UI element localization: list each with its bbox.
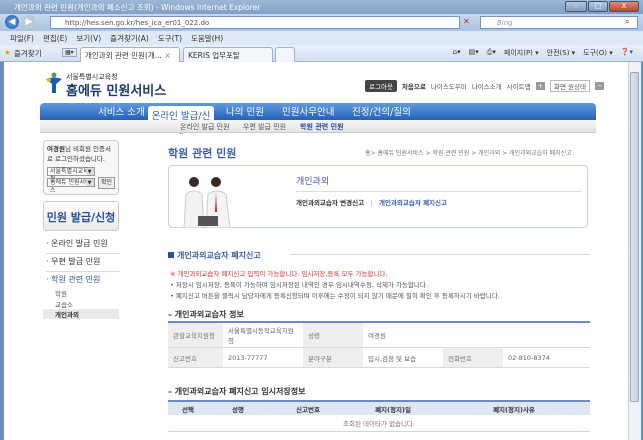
about-link[interactable]: 나이스소개 [472, 81, 502, 91]
zoom-out-button[interactable]: − [594, 82, 605, 90]
menu-edit[interactable]: 편집(E) [43, 33, 67, 45]
people-image [183, 177, 231, 228]
site-logo-text[interactable]: 홈에듀 민원서비스 [66, 80, 166, 99]
address-bar-area: ◀ ▶ http://hes.sen.go.kr/hes_ica_er01_02… [0, 14, 643, 31]
separator: | [370, 199, 373, 207]
zoom-reset-button[interactable]: 화면 원상태 [550, 80, 590, 92]
name-value: 여경원 [363, 322, 590, 348]
name-label: 성명 [303, 322, 363, 348]
note-2: • 폐지신고 버튼을 클릭시 담당자에게 등록신청되며 이후에는 수정이 되지 … [170, 292, 500, 300]
url-input[interactable]: http://hes.sen.go.kr/hes_ica_er01_022.do [50, 16, 460, 29]
col-reason: 폐지(정지)사유 [438, 401, 590, 415]
logout-button[interactable]: 로그아웃 [365, 80, 397, 92]
sitemap-link[interactable]: 사이트맵 [507, 81, 531, 91]
menu-favorites[interactable]: 즐겨찾기(A) [110, 33, 149, 45]
nav-my-requests[interactable]: 나의 민원 [226, 104, 264, 118]
regno-value: 2013-77777 [223, 347, 303, 368]
nav-service-intro[interactable]: 서비스 소개 [98, 104, 145, 118]
page-title: 학원 관련 민원 [168, 147, 237, 160]
safety-menu[interactable]: 안전(S) ▾ [547, 48, 576, 58]
feeds-icon[interactable]: ▤▾ [469, 48, 479, 58]
square-bullet-icon [168, 252, 174, 258]
minimize-button[interactable]: – [565, 1, 587, 12]
star-icon: ★ [4, 48, 11, 57]
quick-tabs-icon[interactable]: ▦▾ [62, 48, 77, 57]
nav-petition[interactable]: 진정/건의/질의 [352, 104, 411, 118]
side-item-mail[interactable]: · 우편 발급 민원 [46, 256, 120, 272]
zoom-in-button[interactable]: + [535, 82, 546, 90]
office-value: 서울특별시동작교육지원청 [223, 322, 303, 348]
chevron-down-icon: ▼ [85, 168, 94, 175]
regno-label: 신고번호 [168, 347, 223, 368]
scrollbar-thumb[interactable] [630, 72, 639, 402]
section-title: 개인과외교습자 폐지신고 [168, 250, 261, 261]
help-link[interactable]: 나이스도우미 [431, 81, 467, 91]
tab-keris[interactable]: KERIS 업무포탈 [183, 47, 273, 62]
phone-value: 02-810-8374 [503, 347, 590, 368]
notice-red: ※ 개인과외교습자 폐지신고 입력이 가능합니다. 임시저장,등록 모두 가능합… [170, 270, 388, 278]
confirm-button[interactable]: 확인 [97, 177, 115, 189]
side-item-online[interactable]: · 온라인 발급 민원 [46, 238, 120, 254]
nav-guide[interactable]: 민원사무안내 [282, 104, 334, 118]
search-input[interactable]: Bing [480, 16, 638, 29]
user-name: 여경원 [47, 145, 65, 153]
side-menu-title: 민원 발급/신청 [43, 201, 119, 231]
home-link[interactable]: 처음으로 [402, 81, 426, 91]
print-icon[interactable]: ⎙▾ [487, 48, 496, 58]
col-name: 성명 [208, 401, 268, 415]
window-title: 개인과외 관련 민원(개인과외 폐소신고 조회) - Windows Inter… [0, 0, 643, 14]
menu-tools[interactable]: 도구(T) [158, 33, 182, 45]
region-select[interactable]: 서울특별시교육청▼ [47, 167, 95, 183]
menu-view[interactable]: 보기(V) [76, 33, 101, 45]
divider [290, 254, 590, 255]
close-button[interactable]: X [609, 1, 639, 12]
phone-label: 전화번호 [443, 347, 503, 368]
temp-table: 선택 성명 신고번호 폐지(정지)일 폐지(정지)사유 조회된 데이타가 없습니… [168, 400, 590, 432]
change-report-link[interactable]: 개인과외교습자 변경신고 [296, 199, 364, 207]
stop-icon[interactable]: ✕ [463, 17, 470, 26]
menu-file[interactable]: 파일(F) [10, 33, 34, 45]
subnav-mail[interactable]: 우편 발급 민원 [243, 122, 286, 132]
col-select: 선택 [168, 401, 208, 415]
field-value: 입시,검정 및 보습 [363, 347, 443, 368]
breadcrumb: 홈> 홈에듀 민원서비스 > 학원 관련 민원 > 개인과외 > 개인과외교습자… [365, 150, 572, 157]
divider [296, 191, 582, 192]
temp-title: – 개인과외교습자 폐지신고 임시저장정보 [168, 387, 306, 396]
side-item-academy[interactable]: · 학원 관련 민원 [46, 274, 120, 289]
subnav-academy[interactable]: 학원 관련 민원 [300, 122, 344, 132]
logo-icon [46, 72, 62, 93]
back-button[interactable]: ◀ [5, 15, 19, 29]
col-date: 폐지(정지)일 [348, 401, 438, 415]
tab-active[interactable]: 개인과외 관련 민원(개... × [80, 47, 180, 62]
field-label: 분야구분 [303, 347, 363, 368]
menu-help[interactable]: 도움말(H) [191, 33, 223, 45]
favorites-button[interactable]: 즐겨찾기 [14, 48, 42, 59]
empty-message: 조회된 데이타가 없습니다. [168, 415, 590, 432]
help-icon[interactable]: ❓▾ [621, 48, 633, 58]
service-select[interactable]: 홈에듀 민원서비스 ▼ [47, 178, 95, 194]
col-regno: 신고번호 [268, 401, 348, 415]
subnav-online[interactable]: 온라인 발급 민원 [180, 122, 230, 132]
banner-title: 개인과외 [296, 177, 330, 187]
search-icon[interactable]: ⌕ [625, 17, 629, 27]
tools-menu[interactable]: 도구(O) ▾ [583, 48, 613, 58]
side-sub-private-tutoring[interactable]: 개인과외 [43, 309, 119, 319]
new-tab-button[interactable] [275, 47, 295, 62]
home-icon[interactable]: ⌂▾ [453, 48, 461, 58]
note-1: • 저장시 임시저장, 등록이 가능하며 임시저장된 내역인 경우 임시내역수정… [170, 281, 428, 289]
info-title: – 개인과외교습자 정보 [168, 310, 244, 319]
login-info-box: 여경원님 비회원 인증서로 로그인하셨습니다. 서울특별시교육청▼ 홈에듀 민원… [43, 140, 119, 195]
info-table: 관할교육지원청 서울특별시동작교육지원청 성명 여경원 신고번호 2013-77… [168, 321, 590, 368]
side-sub-study-room[interactable]: 교습소 [55, 299, 73, 309]
chevron-down-icon: ▼ [85, 179, 94, 186]
closure-report-link[interactable]: 개인과외교습자 폐지신고 [379, 199, 447, 207]
maximize-button[interactable]: □ [588, 1, 608, 12]
office-label: 관할교육지원청 [168, 322, 223, 348]
forward-button[interactable]: ▶ [22, 15, 36, 29]
page-menu[interactable]: 페이지(P) ▾ [504, 48, 539, 58]
side-sub-academy[interactable]: 학원 [55, 288, 67, 298]
